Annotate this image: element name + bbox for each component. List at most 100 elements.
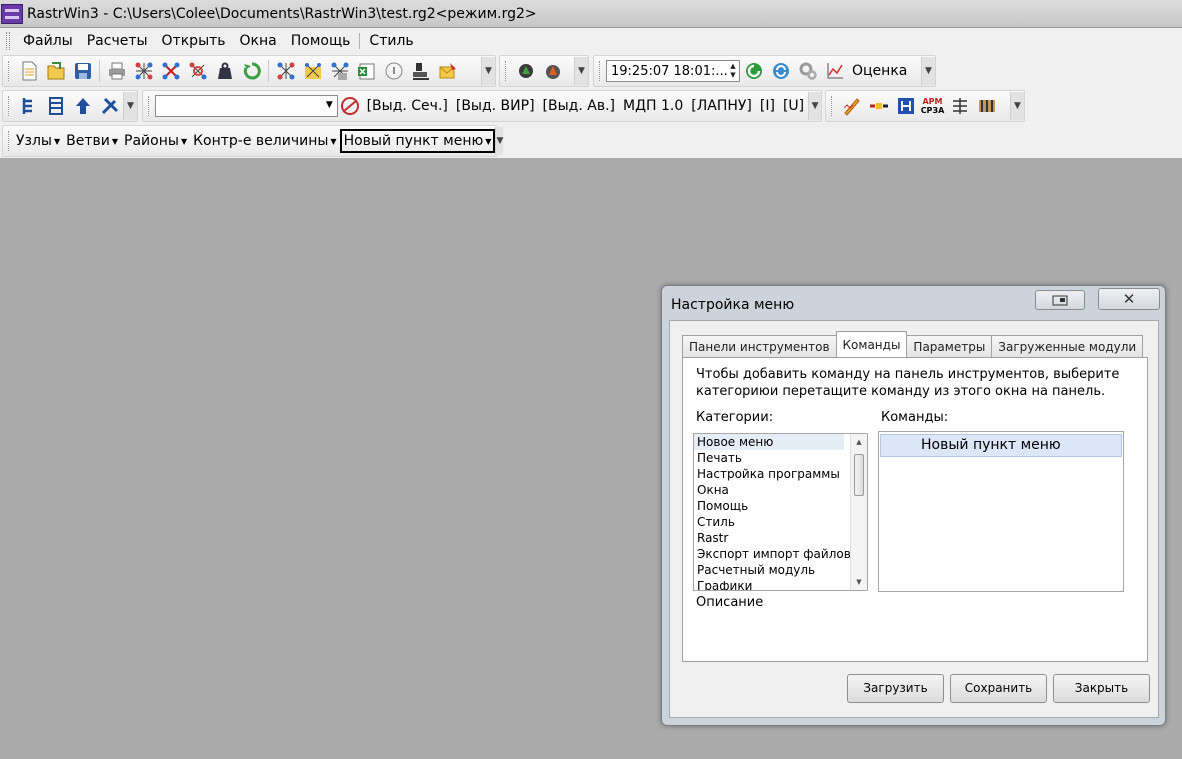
select-emergency-button[interactable]: [Выд. Ав.]: [539, 98, 619, 114]
info-icon[interactable]: [381, 59, 406, 84]
new-menu-item-dropdown[interactable]: Новый пункт меню ▼: [339, 129, 496, 153]
list-item[interactable]: Rastr: [694, 530, 844, 546]
voltage-button[interactable]: [U]: [779, 98, 808, 114]
tab-commands[interactable]: Команды: [835, 331, 908, 357]
close-window-button[interactable]: ✕: [1098, 288, 1160, 310]
calc-run-icon[interactable]: [513, 59, 538, 84]
categories-scrollbar[interactable]: ▲ ▼: [850, 434, 867, 590]
open-file-icon[interactable]: [43, 59, 68, 84]
menu-grip[interactable]: [6, 32, 10, 50]
tools-icon[interactable]: [97, 94, 122, 119]
list-item[interactable]: Помощь: [694, 498, 844, 514]
menu-calculations[interactable]: Расчеты: [80, 30, 155, 52]
combo-arrow-icon[interactable]: ▼: [326, 100, 333, 110]
menu-open[interactable]: Открыть: [155, 30, 233, 52]
graph-nodes-icon[interactable]: [273, 59, 298, 84]
toolbar-grip[interactable]: [8, 96, 11, 116]
new-file-icon[interactable]: [16, 59, 41, 84]
list-item[interactable]: Экспорт импорт файлов: [694, 546, 851, 562]
scroll-thumb[interactable]: [854, 454, 864, 496]
toolbar-grip[interactable]: [148, 96, 151, 116]
toolbar-overflow-chevron[interactable]: ▼: [123, 92, 137, 120]
toolbar-overflow-chevron[interactable]: ▼: [495, 127, 504, 155]
sync-icon[interactable]: [768, 59, 793, 84]
stamp-icon[interactable]: [408, 59, 433, 84]
load-button[interactable]: Загрузить: [847, 674, 944, 703]
list-item[interactable]: Окна: [694, 482, 844, 498]
graph-layout-icon[interactable]: [327, 59, 352, 84]
tree-icon[interactable]: [16, 94, 41, 119]
toolbar-overflow-chevron[interactable]: ▼: [574, 57, 588, 85]
tab-parameters[interactable]: Параметры: [906, 335, 993, 357]
network-nodes-icon[interactable]: [131, 59, 156, 84]
message-icon[interactable]: [435, 59, 460, 84]
refresh-icon[interactable]: [239, 59, 264, 84]
tab-loaded-modules[interactable]: Загруженные модули: [991, 335, 1144, 357]
toolbar-grip[interactable]: [8, 61, 11, 81]
toolbar-grip[interactable]: [505, 61, 508, 81]
toolbar-overflow-chevron[interactable]: ▼: [1010, 92, 1024, 120]
commands-list[interactable]: Новый пункт меню: [878, 431, 1124, 592]
areas-dropdown[interactable]: Районы ▼: [121, 133, 190, 149]
restore-button[interactable]: [1035, 290, 1085, 310]
chart-icon[interactable]: [822, 59, 847, 84]
calc-stop-icon[interactable]: [540, 59, 565, 84]
arm-srza-icon[interactable]: АРМ СРЗА: [920, 94, 945, 119]
list-item[interactable]: Графики: [694, 578, 844, 590]
menu-help[interactable]: Помощь: [284, 30, 358, 52]
excel-export-icon[interactable]: [354, 59, 379, 84]
menu-style[interactable]: Стиль: [362, 30, 420, 52]
toolbar-overflow-chevron[interactable]: ▼: [481, 57, 495, 85]
assess-button[interactable]: Оценка: [848, 63, 911, 79]
select-vir-button[interactable]: [Выд. ВИР]: [452, 98, 539, 114]
network-branches-icon[interactable]: [158, 59, 183, 84]
menu-windows[interactable]: Окна: [233, 30, 284, 52]
list-icon[interactable]: [43, 94, 68, 119]
toolbar-grip[interactable]: [831, 96, 834, 116]
branches-dropdown[interactable]: Ветви ▼: [63, 133, 121, 149]
save-icon[interactable]: [70, 59, 95, 84]
new-menu-item-label: Новый пункт меню: [343, 133, 484, 149]
switch-icon[interactable]: [947, 94, 972, 119]
toolbar-grip[interactable]: [599, 61, 602, 81]
line-segment-icon[interactable]: [866, 94, 891, 119]
save-button[interactable]: Сохранить: [950, 674, 1047, 703]
scroll-down-icon[interactable]: ▼: [851, 575, 867, 589]
print-icon[interactable]: [104, 59, 129, 84]
nodes-dropdown[interactable]: Узлы ▼: [13, 133, 63, 149]
weight-icon[interactable]: [212, 59, 237, 84]
relay-icon[interactable]: [893, 94, 918, 119]
list-item[interactable]: Стиль: [694, 514, 844, 530]
green-cycle-icon[interactable]: [741, 59, 766, 84]
scroll-up-icon[interactable]: ▲: [851, 435, 867, 449]
menu-files[interactable]: Файлы: [16, 30, 80, 52]
substation-icon[interactable]: [974, 94, 999, 119]
route-icon[interactable]: [339, 94, 362, 119]
list-item[interactable]: Настройка программы: [694, 466, 844, 482]
selection-combo[interactable]: ▼: [154, 95, 338, 117]
select-section-button[interactable]: [Выд. Сеч.]: [363, 98, 452, 114]
current-button[interactable]: [I]: [756, 98, 779, 114]
lapnu-button[interactable]: [ЛАПНУ]: [687, 98, 756, 114]
toolbar-grip[interactable]: [8, 131, 9, 151]
settings-gears-icon[interactable]: [795, 59, 820, 84]
list-item[interactable]: Печать: [694, 450, 844, 466]
list-item[interactable]: Новый пункт меню: [880, 434, 1122, 457]
categories-list[interactable]: Новое меню Печать Настройка программы Ок…: [693, 433, 868, 591]
arrow-up-icon[interactable]: [70, 94, 95, 119]
toolbar-overflow-chevron[interactable]: ▼: [921, 57, 935, 85]
toolbar-separator: [268, 60, 269, 82]
close-button[interactable]: Закрыть: [1053, 674, 1150, 703]
controlled-values-dropdown[interactable]: Контр-е величины ▼: [190, 133, 339, 149]
toolbar-overflow-chevron[interactable]: ▼: [808, 92, 821, 120]
network-edit-icon[interactable]: [185, 59, 210, 84]
arm-label-bottom: СРЗА: [920, 106, 945, 115]
list-item[interactable]: Новое меню: [694, 434, 844, 450]
time-field[interactable]: 19:25:07 18:01:... ▲ ▼: [606, 60, 740, 82]
list-item[interactable]: Расчетный модуль: [694, 562, 844, 578]
tab-toolbars[interactable]: Панели инструментов: [682, 335, 837, 357]
pencil-wave-icon[interactable]: [839, 94, 864, 119]
graph-folder-icon[interactable]: [300, 59, 325, 84]
time-spinner[interactable]: ▲ ▼: [728, 62, 738, 80]
mdp-button[interactable]: МДП 1.0: [619, 98, 687, 114]
